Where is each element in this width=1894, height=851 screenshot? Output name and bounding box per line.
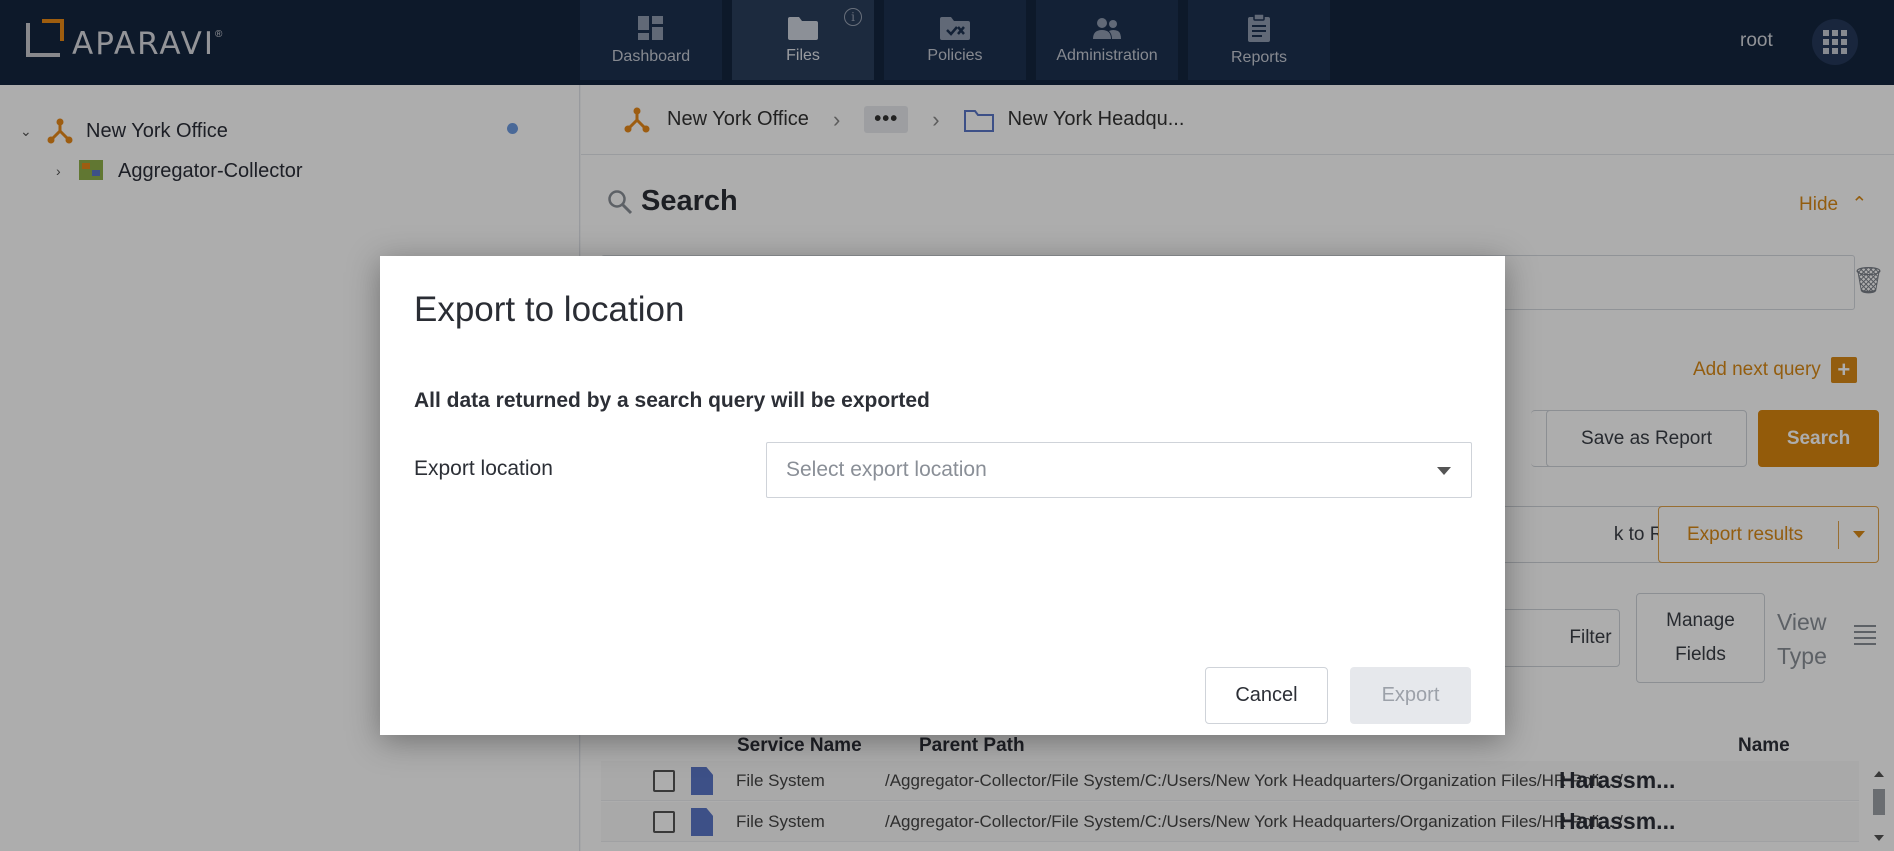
- caret-down-icon: [1437, 467, 1451, 475]
- cancel-button[interactable]: Cancel: [1205, 667, 1328, 724]
- select-placeholder: Select export location: [786, 458, 987, 481]
- export-button[interactable]: Export: [1350, 667, 1471, 724]
- dialog-description: All data returned by a search query will…: [414, 389, 930, 412]
- export-to-location-dialog: Export to location All data returned by …: [380, 256, 1505, 735]
- dialog-title: Export to location: [414, 290, 685, 329]
- export-location-select[interactable]: Select export location: [766, 442, 1472, 498]
- export-location-label: Export location: [414, 457, 553, 480]
